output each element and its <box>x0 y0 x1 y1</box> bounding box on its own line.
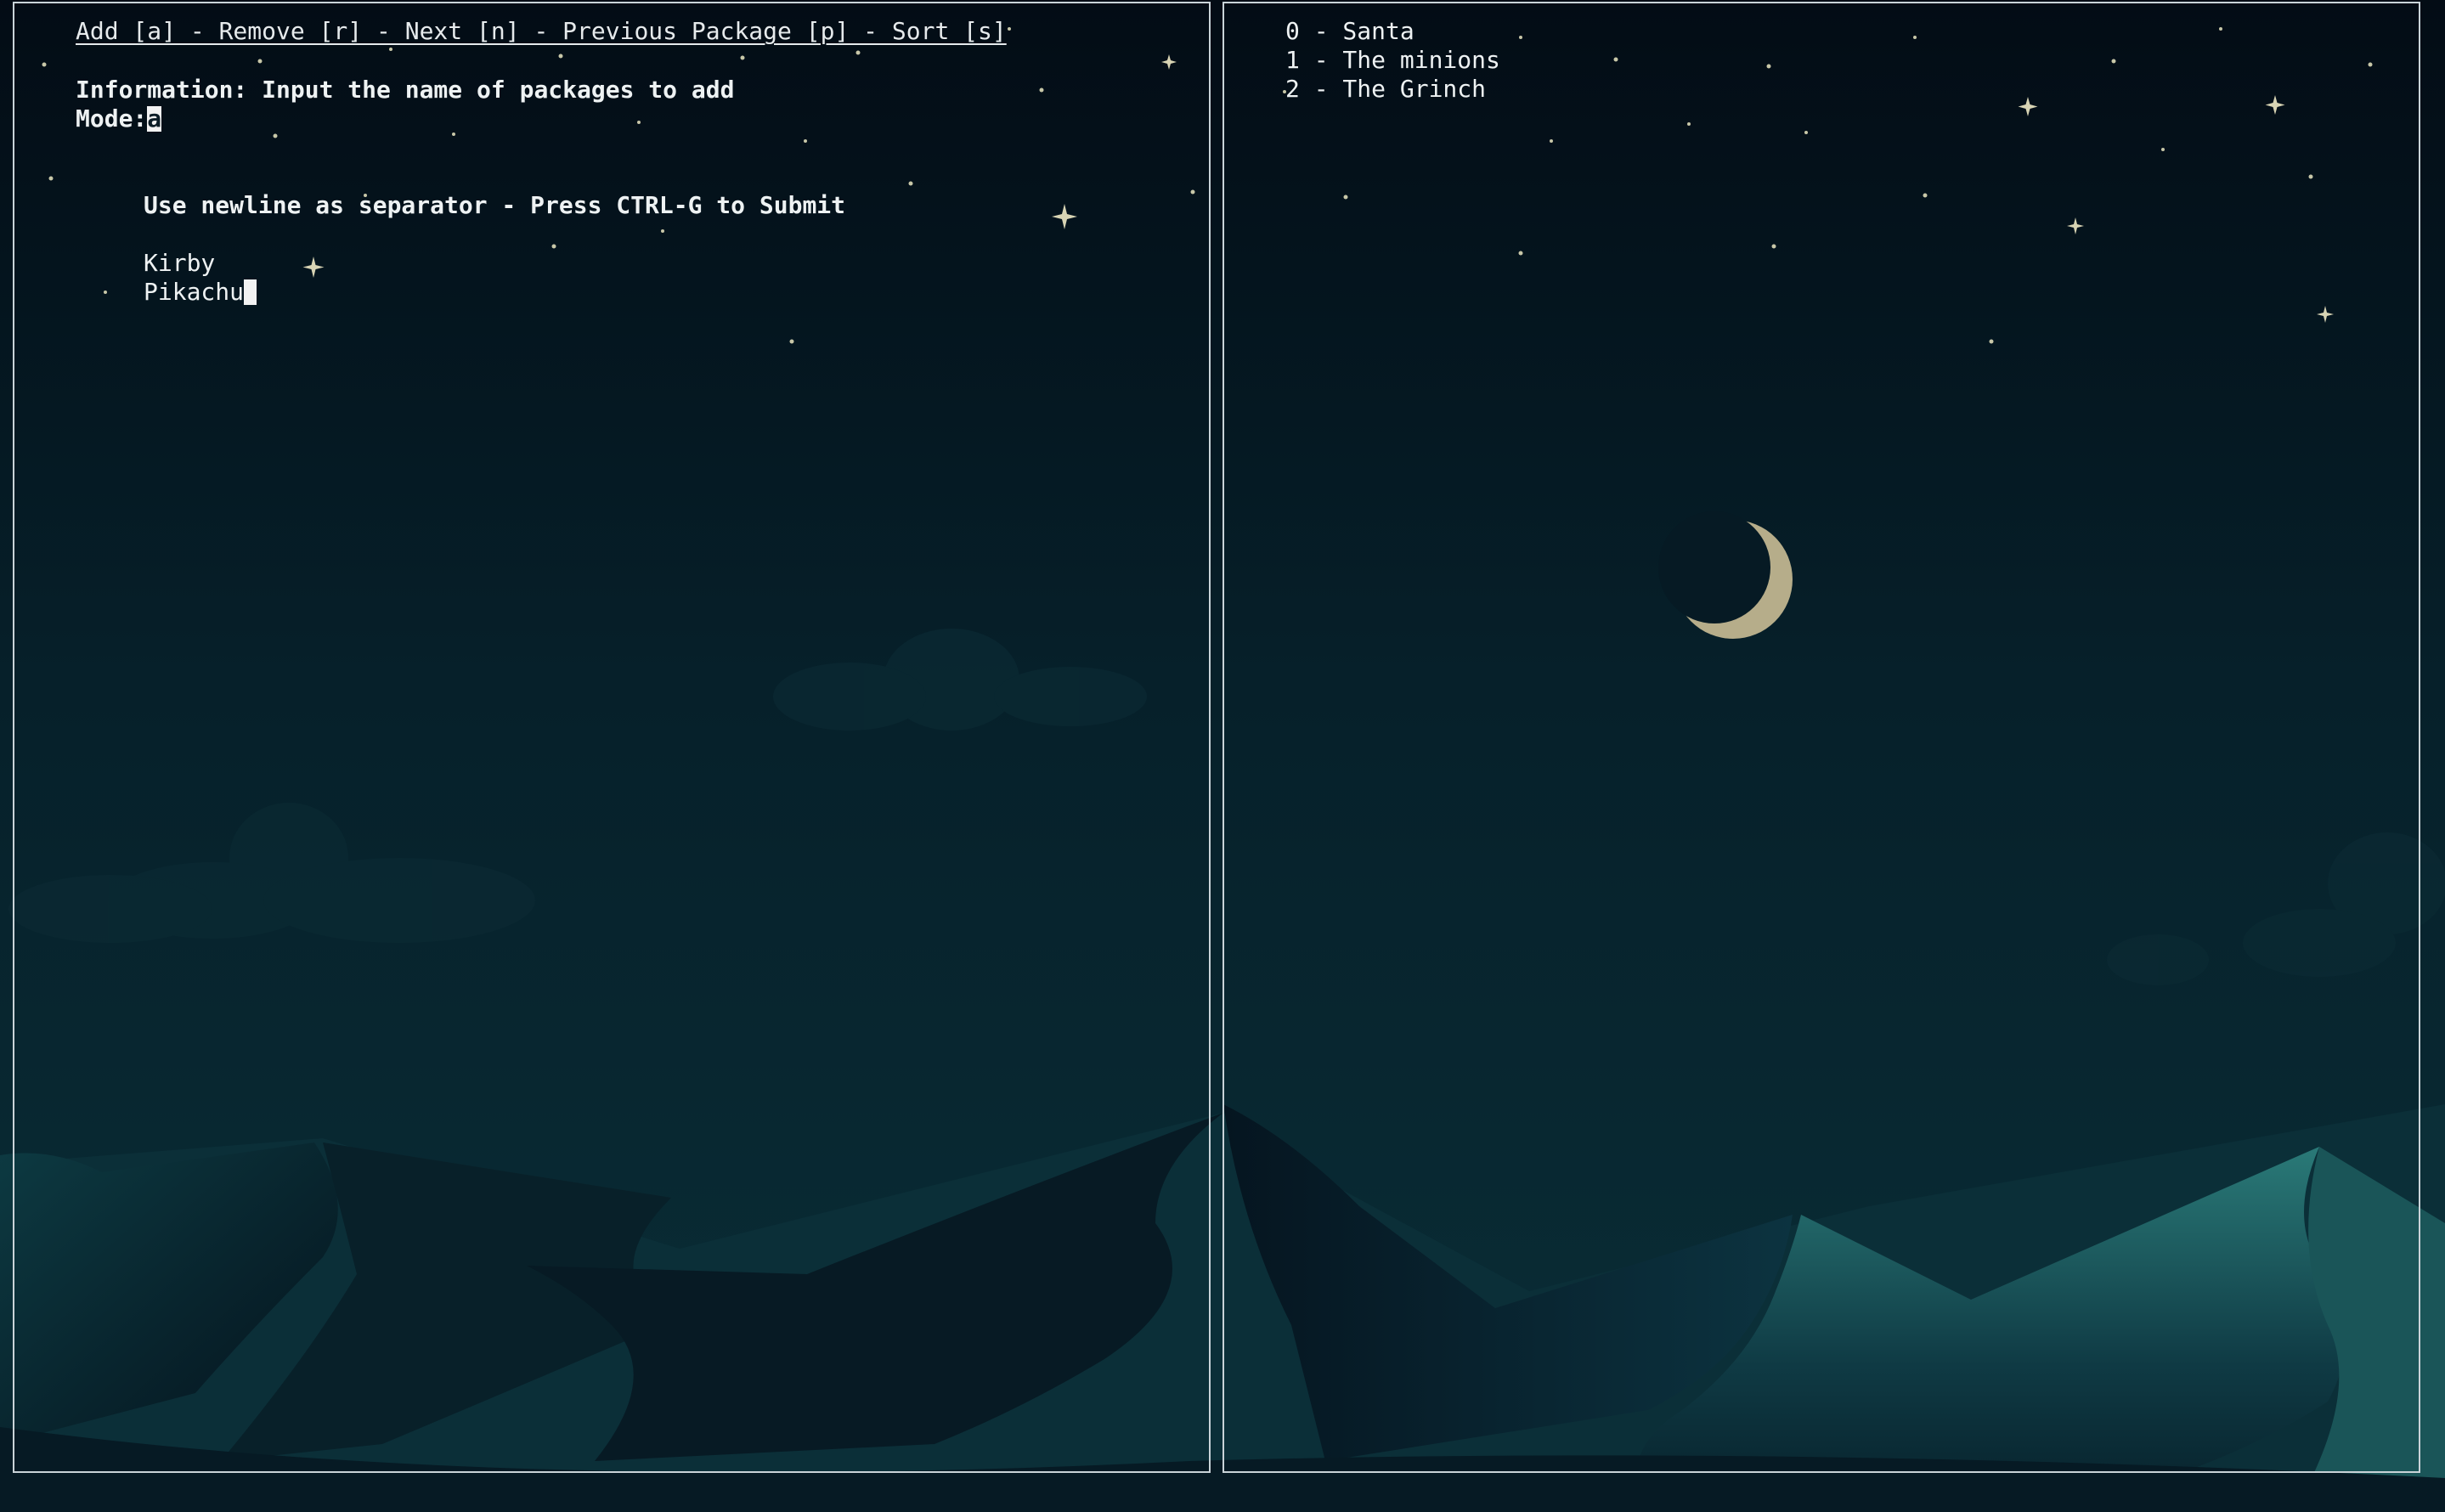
package-list-item[interactable]: 1 - The minions <box>1285 46 1500 75</box>
information-message: Information: Input the name of packages … <box>76 76 735 104</box>
mode-label: Mode: <box>76 104 148 133</box>
package-list-pane[interactable]: 0 - Santa 1 - The minions 2 - The Grinch <box>1222 2 2420 1473</box>
input-line[interactable]: Pikachu <box>144 278 244 306</box>
text-cursor <box>244 279 257 305</box>
input-instructions: Use newline as separator - Press CTRL-G … <box>144 191 846 219</box>
input-pane[interactable]: Add [a] - Remove [r] - Next [n] - Previo… <box>13 2 1211 1473</box>
mode-value[interactable]: a <box>147 106 162 132</box>
mode-indicator: Mode:a <box>76 104 162 133</box>
input-line-active[interactable]: Pikachu <box>144 278 257 307</box>
input-line[interactable]: Kirby <box>144 249 215 278</box>
package-list-item[interactable]: 0 - Santa <box>1285 17 1414 46</box>
package-list-item[interactable]: 2 - The Grinch <box>1285 75 1486 104</box>
keybinding-menu[interactable]: Add [a] - Remove [r] - Next [n] - Previo… <box>76 17 1007 46</box>
